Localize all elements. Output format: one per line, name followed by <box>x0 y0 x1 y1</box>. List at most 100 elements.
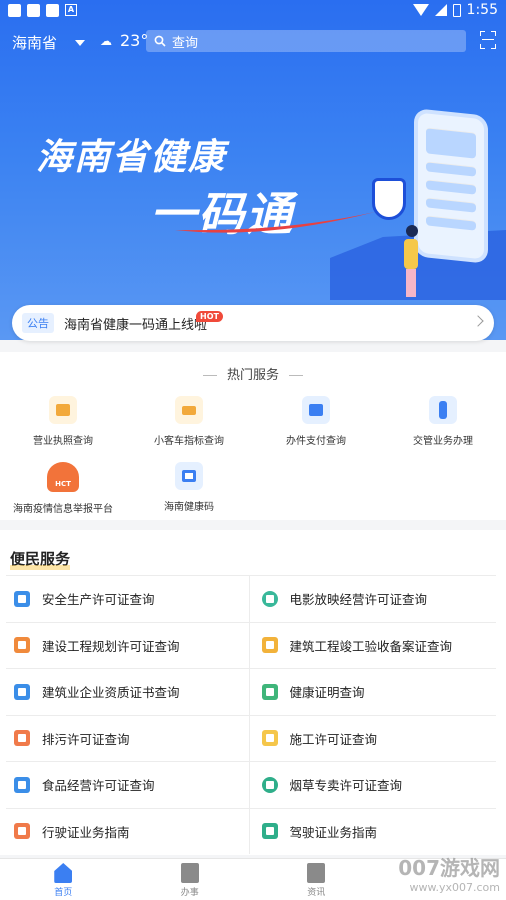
signal-icon <box>434 4 447 16</box>
chevron-down-icon <box>75 39 86 46</box>
film-icon <box>261 590 278 607</box>
tab-news[interactable]: 资讯 <box>253 859 380 900</box>
convenience-item[interactable]: 健康证明查询 <box>248 669 497 715</box>
service-payment-query[interactable]: 办件支付查询 <box>253 396 379 447</box>
convenience-row: 行驶证业务指南 驾驶证业务指南 <box>6 807 497 855</box>
convenience-label: 行驶证业务指南 <box>42 824 130 840</box>
service-business-license[interactable]: 营业执照查询 <box>0 396 126 447</box>
convenience-item[interactable]: 驾驶证业务指南 <box>248 808 497 854</box>
convenience-item[interactable]: 食品经营许可证查询 <box>6 762 249 808</box>
service-label: 交管业务办理 <box>413 436 473 447</box>
service-label: 办件支付查询 <box>286 436 346 447</box>
service-label: 海南健康码 <box>164 502 214 513</box>
traffic-light-icon <box>429 396 457 424</box>
service-epidemic-report[interactable]: HCT 海南疫情信息举报平台 <box>0 462 126 515</box>
shield-icon <box>372 178 406 220</box>
convenience-services-section: 便民服务 安全生产许可证查询 电影放映经营许可证查询 建设工程规划许可证查询 建… <box>0 530 506 855</box>
wifi-icon <box>412 4 429 16</box>
convenience-label: 驾驶证业务指南 <box>289 824 378 840</box>
convenience-item[interactable]: 电影放映经营许可证查询 <box>248 576 497 622</box>
convenience-label: 安全生产许可证查询 <box>42 592 155 608</box>
announcement-bar[interactable]: 公告 海南省健康一码通上线啦 HOT <box>12 305 494 341</box>
crane-icon <box>261 730 278 747</box>
license-icon <box>49 396 77 424</box>
notification-icon <box>27 4 40 17</box>
service-label: 海南疫情信息举报平台 <box>13 504 113 515</box>
convenience-label: 建设工程规划许可证查询 <box>42 638 180 654</box>
convenience-item[interactable]: 建筑工程竣工验收备案证查询 <box>248 622 497 668</box>
convenience-item[interactable]: 行驶证业务指南 <box>6 809 249 855</box>
hot-services-section: 热门服务 营业执照查询 小客车指标查询 办件支付查询 交管业务办理 HCT 海南… <box>0 352 506 520</box>
convenience-label: 排污许可证查询 <box>42 731 130 747</box>
hct-icon-text: HCT <box>55 480 71 488</box>
convenience-row: 安全生产许可证查询 电影放映经营许可证查询 <box>6 575 496 622</box>
service-traffic-management[interactable]: 交管业务办理 <box>380 396 506 447</box>
notification-icons: A <box>8 4 77 17</box>
notification-icon <box>8 4 21 17</box>
weather: ☁ 23° <box>100 31 148 50</box>
clipboard-icon <box>180 863 199 883</box>
convenience-title: 便民服务 <box>10 550 71 570</box>
convenience-item[interactable]: 排污许可证查询 <box>6 716 249 762</box>
bottom-nav: 首页 办事 资讯 <box>0 858 506 900</box>
scan-icon[interactable] <box>480 31 496 49</box>
temperature: 23° <box>120 31 149 50</box>
a-notification-icon: A <box>65 4 77 16</box>
tab-services[interactable]: 办事 <box>127 859 254 900</box>
swoosh-decoration <box>175 212 375 233</box>
search-icon <box>154 35 166 47</box>
top-bar: 海南省 ☁ 23° 查询 <box>0 28 506 56</box>
convenience-label: 烟草专卖许可证查询 <box>289 778 403 794</box>
service-health-code[interactable]: 海南健康码 <box>126 462 252 513</box>
search-input[interactable]: 查询 <box>146 30 466 52</box>
phone-illustration <box>418 112 484 260</box>
tab-home[interactable]: 首页 <box>0 859 127 900</box>
checklist-icon <box>261 637 278 654</box>
service-label: 营业执照查询 <box>33 436 93 447</box>
tab-profile[interactable] <box>380 859 506 900</box>
search-placeholder: 查询 <box>172 35 199 51</box>
person-illustration <box>404 225 420 300</box>
banner-title-line1: 海南省健康 <box>36 137 227 178</box>
construction-icon <box>14 637 30 654</box>
convenience-label: 建筑工程竣工验收备案证查询 <box>289 638 453 654</box>
food-icon <box>14 776 30 793</box>
announcement-tag: 公告 <box>22 313 54 333</box>
weather-icon: ☁ <box>100 33 112 48</box>
star-icon <box>307 863 326 883</box>
vehicle-license-icon <box>14 823 30 840</box>
announcement-text: 海南省健康一码通上线啦 <box>64 317 208 333</box>
convenience-item[interactable]: 施工许可证查询 <box>248 715 497 761</box>
convenience-item[interactable]: 建设工程规划许可证查询 <box>6 623 249 669</box>
convenience-item[interactable]: 烟草专卖许可证查询 <box>248 762 497 808</box>
convenience-item[interactable]: 安全生产许可证查询 <box>6 576 249 622</box>
tobacco-icon <box>261 776 278 793</box>
clock: 1:55 <box>466 2 498 18</box>
convenience-label: 电影放映经营许可证查询 <box>289 592 428 608</box>
document-icon <box>261 683 278 700</box>
service-car-quota[interactable]: 小客车指标查询 <box>126 396 252 447</box>
notification-icon <box>46 4 59 17</box>
convenience-row: 建设工程规划许可证查询 建筑工程竣工验收备案证查询 <box>6 621 497 669</box>
home-icon <box>54 863 73 883</box>
convenience-grid: 安全生产许可证查询 电影放映经营许可证查询 建设工程规划许可证查询 建筑工程竣工… <box>6 575 496 854</box>
convenience-label: 食品经营许可证查询 <box>42 778 155 794</box>
chevron-right-icon <box>472 315 484 327</box>
tab-label: 首页 <box>54 888 73 898</box>
download-icon <box>14 590 30 607</box>
tab-label: 办事 <box>180 888 199 898</box>
payment-icon <box>302 396 330 424</box>
hot-services-title: 热门服务 <box>0 364 506 383</box>
convenience-label: 建筑业企业资质证书查询 <box>42 685 180 701</box>
battery-icon <box>452 3 461 17</box>
province-selector[interactable]: 海南省 <box>12 32 86 53</box>
convenience-row: 建筑业企业资质证书查询 健康证明查询 <box>6 668 496 715</box>
driver-license-icon <box>261 823 278 840</box>
factory-icon <box>14 730 30 747</box>
convenience-item[interactable]: 建筑业企业资质证书查询 <box>6 669 249 715</box>
convenience-label: 施工许可证查询 <box>289 731 378 747</box>
hot-badge: HOT <box>196 311 223 322</box>
bus-icon <box>175 396 203 424</box>
status-bar: A 1:55 <box>0 0 506 22</box>
province-label: 海南省 <box>12 34 58 52</box>
